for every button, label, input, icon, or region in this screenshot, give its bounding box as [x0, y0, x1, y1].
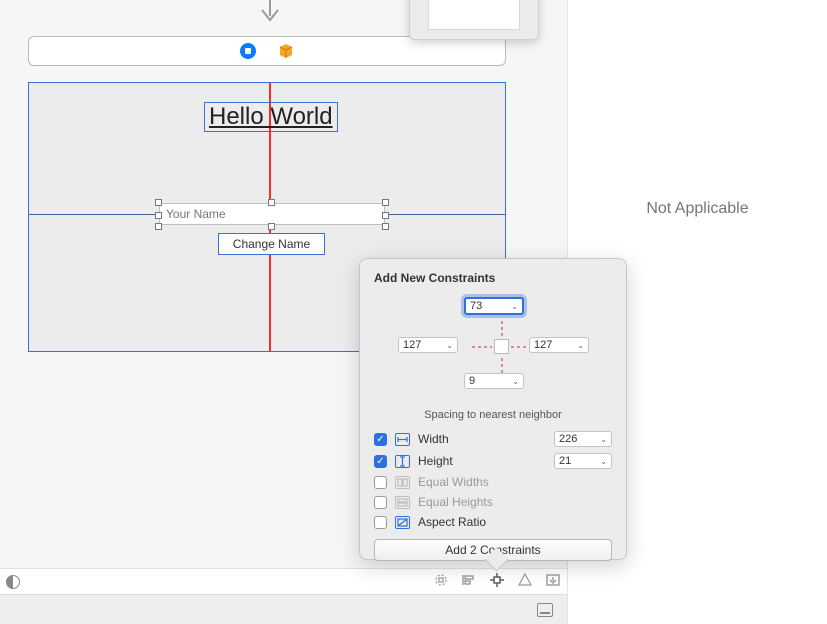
viewcontroller-icon[interactable]	[240, 43, 256, 59]
embed-in-icon[interactable]	[545, 572, 561, 592]
equal-heights-icon	[395, 496, 410, 509]
align-icon[interactable]	[461, 572, 477, 592]
inspector-empty-text: Not Applicable	[646, 200, 748, 218]
resize-handle[interactable]	[268, 199, 275, 206]
change-name-button[interactable]: Change Name	[218, 233, 325, 255]
height-label: Height	[418, 454, 453, 468]
spacing-top-field[interactable]: 73⌄	[464, 297, 524, 315]
constraint-toolbar	[433, 572, 561, 592]
height-value-field[interactable]: 21⌄	[554, 453, 612, 469]
chevron-down-icon[interactable]: ⌄	[577, 341, 584, 350]
strut-right[interactable]	[511, 346, 528, 348]
width-label: Width	[418, 432, 449, 446]
segue-arrow-icon	[256, 0, 284, 26]
width-row: ✓ Width 226⌄	[374, 431, 612, 447]
chevron-down-icon[interactable]: ⌄	[600, 435, 607, 444]
chevron-down-icon[interactable]: ⌄	[511, 302, 518, 311]
resize-handle[interactable]	[268, 223, 275, 230]
chevron-down-icon[interactable]: ⌄	[446, 341, 453, 350]
equal-heights-checkbox[interactable]	[374, 496, 387, 509]
add-constraints-button[interactable]: Add 2 Constraints	[374, 539, 612, 561]
equal-widths-label: Equal Widths	[418, 475, 489, 489]
resize-handle[interactable]	[382, 212, 389, 219]
equal-heights-row: Equal Heights	[374, 495, 612, 509]
resize-handle[interactable]	[155, 223, 162, 230]
name-textfield[interactable]	[159, 203, 385, 225]
strut-bottom[interactable]	[501, 355, 503, 373]
spacing-left-field[interactable]: 127⌄	[398, 337, 458, 353]
resize-handle[interactable]	[155, 199, 162, 206]
equal-widths-checkbox[interactable]	[374, 476, 387, 489]
height-row: ✓ Height 21⌄	[374, 453, 612, 469]
spacing-control: 73⌄ 127⌄ 127⌄ 9⌄	[374, 295, 612, 415]
first-responder-icon[interactable]	[278, 43, 294, 59]
chevron-down-icon[interactable]: ⌄	[600, 457, 607, 466]
height-checkbox[interactable]: ✓	[374, 455, 387, 468]
aspect-ratio-icon	[395, 516, 410, 529]
minimap-panel[interactable]	[409, 0, 539, 40]
equal-heights-label: Equal Heights	[418, 495, 493, 509]
resolve-issues-icon[interactable]	[517, 572, 533, 592]
add-constraints-popover: Add New Constraints 73⌄ 127⌄ 127⌄ 9⌄ Spa…	[359, 258, 627, 560]
width-value-field[interactable]: 226⌄	[554, 431, 612, 447]
resize-handle[interactable]	[382, 199, 389, 206]
equal-widths-icon	[395, 476, 410, 489]
update-frames-icon[interactable]	[433, 572, 449, 592]
resize-handle[interactable]	[155, 212, 162, 219]
chevron-down-icon[interactable]: ⌄	[512, 377, 519, 386]
library-strip	[0, 594, 567, 624]
spacing-bottom-field[interactable]: 9⌄	[464, 373, 524, 389]
width-icon	[395, 433, 410, 446]
width-checkbox[interactable]: ✓	[374, 433, 387, 446]
spacing-right-field[interactable]: 127⌄	[529, 337, 589, 353]
aspect-ratio-label: Aspect Ratio	[418, 515, 486, 529]
minimap-thumbnail	[428, 0, 520, 30]
canvas-footer	[0, 568, 567, 594]
strut-top[interactable]	[501, 318, 503, 336]
hello-label[interactable]: Hello World	[204, 102, 338, 132]
resize-handle[interactable]	[382, 223, 389, 230]
spacing-center-icon	[494, 339, 509, 354]
equal-widths-row: Equal Widths	[374, 475, 612, 489]
pin-constraints-icon[interactable]	[489, 572, 505, 592]
object-library-icon[interactable]	[537, 603, 553, 617]
popover-title: Add New Constraints	[374, 271, 612, 285]
scene-dock[interactable]	[28, 36, 506, 66]
height-icon	[395, 455, 410, 468]
appearance-toggle-icon[interactable]	[6, 575, 20, 589]
strut-left[interactable]	[472, 346, 492, 348]
aspect-ratio-checkbox[interactable]	[374, 516, 387, 529]
aspect-ratio-row: Aspect Ratio	[374, 515, 612, 529]
